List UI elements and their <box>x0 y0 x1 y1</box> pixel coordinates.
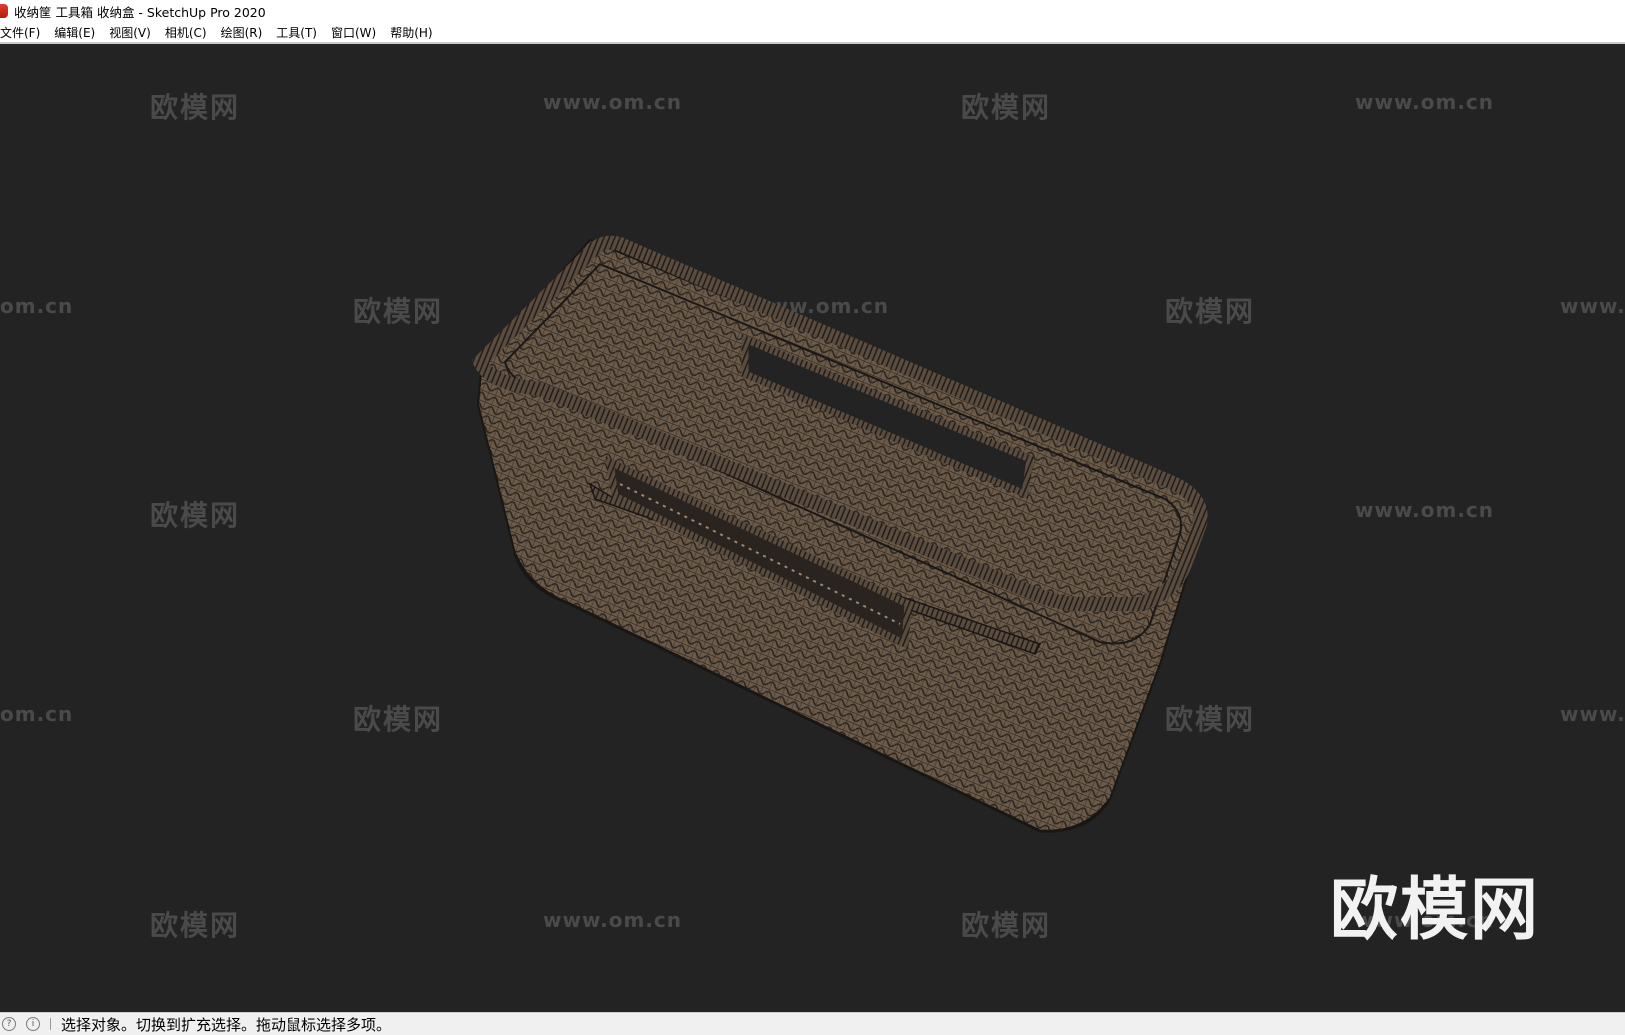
info-icon[interactable]: i <box>26 1017 40 1031</box>
menu-view[interactable]: 视图(V) <box>109 24 151 41</box>
3d-viewport[interactable]: 欧模网 www.om.cn 欧模网 www.om.cn om.cn 欧模网 ww… <box>0 44 1625 1012</box>
menu-edit[interactable]: 编辑(E) <box>54 24 95 41</box>
title-bar: 收纳筐 工具箱 收纳盒 - SketchUp Pro 2020 <box>0 0 1625 22</box>
status-divider <box>50 1018 51 1030</box>
menu-window[interactable]: 窗口(W) <box>331 24 376 41</box>
status-bar: ? i 选择对象。切换到扩充选择。拖动鼠标选择多项。 <box>0 1012 1625 1035</box>
menu-tools[interactable]: 工具(T) <box>276 24 317 41</box>
window-title: 收纳筐 工具箱 收纳盒 - SketchUp Pro 2020 <box>14 4 266 20</box>
menu-camera[interactable]: 相机(C) <box>165 24 207 41</box>
sketchup-app-icon[interactable] <box>0 4 8 18</box>
menu-file[interactable]: 文件(F) <box>0 24 40 41</box>
status-message: 选择对象。切换到扩充选择。拖动鼠标选择多项。 <box>61 1015 392 1034</box>
menu-draw[interactable]: 绘图(R) <box>221 24 263 41</box>
menu-help[interactable]: 帮助(H) <box>390 24 432 41</box>
watermark-logo-large: 欧模网 <box>1330 871 1541 950</box>
menu-bar: 文件(F) 编辑(E) 视图(V) 相机(C) 绘图(R) 工具(T) 窗口(W… <box>0 22 1625 42</box>
help-icon[interactable]: ? <box>2 1017 16 1031</box>
